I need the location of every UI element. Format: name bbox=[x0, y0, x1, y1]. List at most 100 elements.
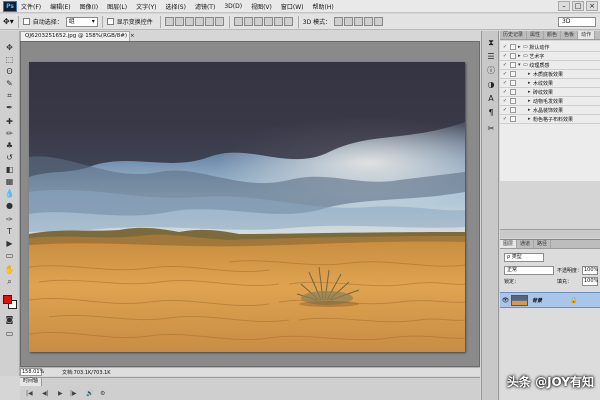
prev-frame-icon[interactable]: ◀| bbox=[42, 390, 49, 397]
menu-help[interactable]: 帮助(H) bbox=[313, 2, 334, 11]
close-icon[interactable]: × bbox=[130, 33, 135, 39]
opacity-field[interactable]: 100% bbox=[582, 266, 598, 275]
history-icon[interactable]: ⧗ bbox=[485, 37, 497, 48]
dialog-toggle[interactable] bbox=[510, 107, 516, 113]
distribute-left-icon[interactable] bbox=[263, 17, 273, 26]
quick-mask-icon[interactable]: ◙ bbox=[3, 315, 16, 325]
document-tab[interactable]: QJ6203251652.jpg @ 158%(RGB/8#) × bbox=[20, 31, 135, 41]
checkmark-icon[interactable]: ✓ bbox=[502, 44, 508, 50]
close-button[interactable]: × bbox=[586, 1, 598, 11]
checkmark-icon[interactable]: ✓ bbox=[502, 116, 508, 122]
blend-mode-select[interactable]: 正常 bbox=[504, 266, 554, 275]
properties-icon[interactable]: ☰ bbox=[485, 51, 497, 62]
settings-icon[interactable]: ⚙ bbox=[100, 390, 105, 397]
tab-channels[interactable]: 通道 bbox=[517, 240, 535, 248]
distribute-right-icon[interactable] bbox=[283, 17, 293, 26]
align-bottom-icon[interactable] bbox=[184, 17, 194, 26]
type-icon[interactable]: T bbox=[3, 227, 16, 237]
action-row[interactable]: ✓ ▸ 水晶装饰效果 bbox=[500, 106, 600, 115]
eyedropper-icon[interactable]: ✒ bbox=[3, 103, 16, 113]
paragraph-icon[interactable]: ¶ bbox=[485, 107, 497, 118]
zoom-level-field[interactable]: 158.01% bbox=[20, 368, 44, 376]
show-transform-checkbox[interactable] bbox=[106, 18, 114, 25]
dialog-toggle[interactable] bbox=[510, 62, 516, 68]
align-top-icon[interactable] bbox=[164, 17, 174, 26]
dialog-toggle[interactable] bbox=[510, 80, 516, 86]
stamp-icon[interactable]: ♣ bbox=[3, 141, 16, 151]
tab-actions[interactable]: 动作 bbox=[578, 31, 596, 39]
action-row[interactable]: ✓ ▸ 木纹效果 bbox=[500, 79, 600, 88]
fill-field[interactable]: 100% bbox=[582, 277, 598, 286]
checkmark-icon[interactable]: ✓ bbox=[502, 53, 508, 59]
menu-3d[interactable]: 3D(D) bbox=[224, 3, 242, 10]
pen-icon[interactable]: ✑ bbox=[3, 215, 16, 225]
eraser-icon[interactable]: ◧ bbox=[3, 165, 16, 175]
checkmark-icon[interactable]: ✓ bbox=[502, 80, 508, 86]
tool-preset-icon[interactable]: ✂ bbox=[485, 123, 497, 134]
brush-icon[interactable]: ✏ bbox=[3, 129, 16, 139]
action-row[interactable]: ✓ ▸ 粉色格子布料效果 bbox=[500, 115, 600, 124]
action-set-row[interactable]: ✓ ▸ ▭ 默认动作 bbox=[500, 43, 600, 52]
menu-image[interactable]: 图像(I) bbox=[80, 2, 98, 11]
dialog-toggle[interactable] bbox=[510, 44, 516, 50]
distribute-hcenter-icon[interactable] bbox=[273, 17, 283, 26]
canvas-area[interactable] bbox=[20, 41, 480, 367]
dialog-toggle[interactable] bbox=[510, 116, 516, 122]
audio-icon[interactable]: 🔊 bbox=[86, 390, 93, 397]
tab-layers[interactable]: 图层 bbox=[500, 240, 518, 248]
checkmark-icon[interactable]: ✓ bbox=[502, 107, 508, 113]
align-left-icon[interactable] bbox=[194, 17, 204, 26]
tab-properties[interactable]: 属性 bbox=[527, 31, 545, 39]
drag-3d-icon[interactable] bbox=[354, 17, 364, 26]
menu-edit[interactable]: 编辑(E) bbox=[50, 2, 70, 11]
scale-3d-icon[interactable] bbox=[374, 17, 384, 26]
path-select-icon[interactable]: ▶ bbox=[3, 239, 16, 249]
maximize-button[interactable]: □ bbox=[572, 1, 584, 11]
next-frame-icon[interactable]: |▶ bbox=[70, 390, 77, 397]
eye-icon[interactable]: 👁 bbox=[500, 297, 511, 304]
menu-filter[interactable]: 滤镜(T) bbox=[195, 2, 215, 11]
slide-3d-icon[interactable] bbox=[364, 17, 374, 26]
minimize-button[interactable]: – bbox=[558, 1, 570, 11]
action-row[interactable]: ✓ ▸ 动物毛发效果 bbox=[500, 97, 600, 106]
distribute-vcenter-icon[interactable] bbox=[243, 17, 253, 26]
checkmark-icon[interactable]: ✓ bbox=[502, 98, 508, 104]
tab-color[interactable]: 颜色 bbox=[544, 31, 562, 39]
quick-select-icon[interactable]: ✎ bbox=[3, 79, 16, 89]
timeline-tab[interactable]: 时间轴 bbox=[20, 378, 43, 386]
marquee-icon[interactable]: ⬚ bbox=[3, 55, 16, 65]
history-brush-icon[interactable]: ↺ bbox=[3, 153, 16, 163]
roll-3d-icon[interactable] bbox=[344, 17, 354, 26]
menu-file[interactable]: 文件(F) bbox=[21, 2, 41, 11]
character-icon[interactable]: A bbox=[485, 93, 497, 104]
info-icon[interactable]: ⓘ bbox=[485, 65, 497, 76]
menu-window[interactable]: 窗口(W) bbox=[281, 2, 304, 11]
zoom-icon[interactable]: ⌕ bbox=[3, 277, 16, 287]
gradient-icon[interactable]: ▦ bbox=[3, 177, 16, 187]
move-tool-preset-icon[interactable]: ✥▾ bbox=[3, 17, 14, 26]
hand-icon[interactable]: ✋ bbox=[3, 265, 16, 275]
menu-view[interactable]: 视图(V) bbox=[251, 2, 272, 11]
align-vcenter-icon[interactable] bbox=[174, 17, 184, 26]
menu-layer[interactable]: 图层(L) bbox=[107, 2, 127, 11]
healing-icon[interactable]: ✚ bbox=[3, 117, 16, 127]
lasso-icon[interactable]: ʘ bbox=[3, 67, 16, 77]
menu-select[interactable]: 选择(S) bbox=[165, 2, 186, 11]
align-hcenter-icon[interactable] bbox=[204, 17, 214, 26]
auto-select-checkbox[interactable] bbox=[22, 18, 30, 25]
screen-mode-icon[interactable]: ▭ bbox=[3, 329, 16, 339]
color-icon[interactable]: ◑ bbox=[485, 79, 497, 90]
foreground-color-swatch[interactable] bbox=[3, 295, 12, 304]
dodge-icon[interactable]: ● bbox=[3, 201, 16, 211]
dialog-toggle[interactable] bbox=[510, 71, 516, 77]
shape-icon[interactable]: ▭ bbox=[3, 251, 16, 261]
distribute-top-icon[interactable] bbox=[233, 17, 243, 26]
rotate-3d-icon[interactable] bbox=[334, 17, 344, 26]
dialog-toggle[interactable] bbox=[510, 98, 516, 104]
tab-swatches[interactable]: 色板 bbox=[561, 31, 579, 39]
action-set-row[interactable]: ✓ ▸ ▭ 艺术字 bbox=[500, 52, 600, 61]
blur-icon[interactable]: 💧 bbox=[3, 189, 16, 199]
action-set-row[interactable]: ✓ ▾ ▭ 纹理质感 bbox=[500, 61, 600, 70]
checkmark-icon[interactable]: ✓ bbox=[502, 62, 508, 68]
menu-type[interactable]: 文字(Y) bbox=[136, 2, 156, 11]
